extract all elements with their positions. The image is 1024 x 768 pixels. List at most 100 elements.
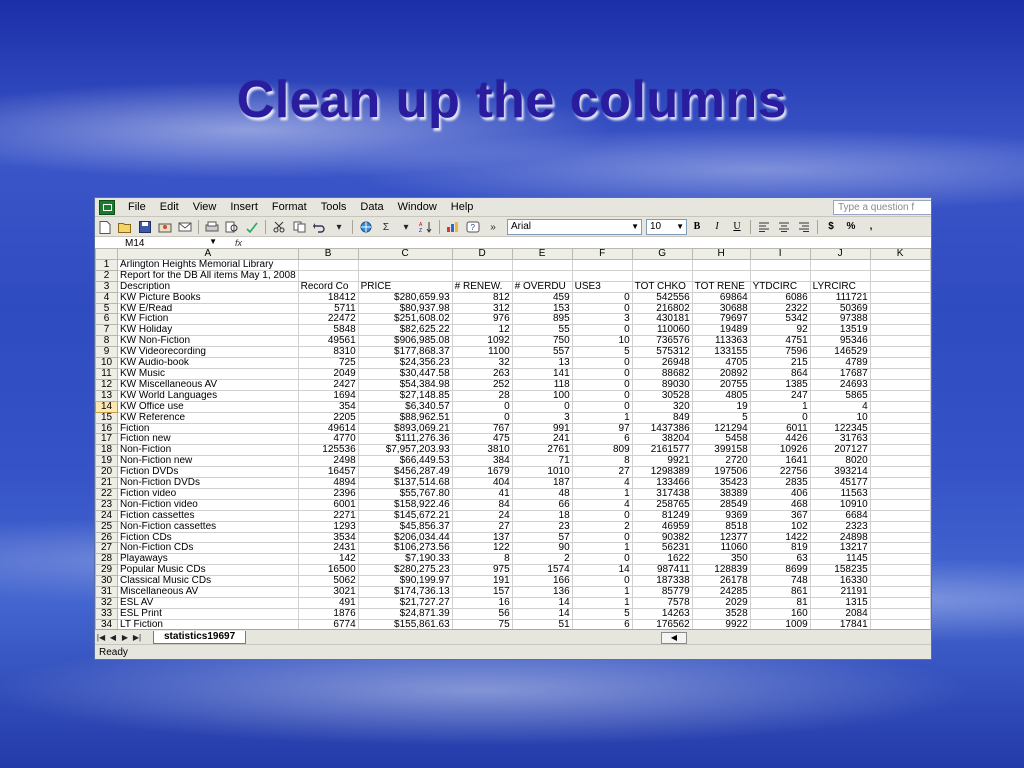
- cell-j21[interactable]: 45177: [809, 477, 871, 489]
- permission-icon[interactable]: [157, 220, 173, 234]
- cell-h30[interactable]: 26178: [691, 575, 751, 588]
- cell-d24[interactable]: 24: [451, 509, 513, 522]
- cell-c13[interactable]: $27,148.85: [357, 389, 453, 402]
- cell-i2[interactable]: [749, 269, 811, 282]
- cell-h27[interactable]: 11060: [691, 542, 751, 555]
- cell-c27[interactable]: $106,273.56: [357, 542, 453, 555]
- cell-i31[interactable]: 861: [749, 586, 811, 598]
- cell-d23[interactable]: 84: [451, 498, 513, 511]
- cell-j7[interactable]: 13519: [809, 324, 871, 337]
- row-header[interactable]: 29: [95, 564, 118, 577]
- cell-h13[interactable]: 4805: [691, 389, 751, 402]
- currency-button[interactable]: $: [823, 220, 839, 234]
- cell-a3[interactable]: Description: [117, 280, 299, 293]
- percent-button[interactable]: %: [843, 220, 859, 234]
- row-header[interactable]: 6: [95, 313, 118, 326]
- cell-e28[interactable]: 2: [511, 553, 573, 566]
- cell-e31[interactable]: 136: [511, 586, 573, 598]
- row-header[interactable]: 30: [95, 575, 118, 588]
- cell-j5[interactable]: 50369: [809, 302, 871, 315]
- cell-h8[interactable]: 113363: [691, 335, 751, 348]
- cell-d18[interactable]: 3810: [451, 444, 513, 457]
- cell-k27[interactable]: [869, 542, 931, 555]
- column-header-g[interactable]: G: [631, 248, 693, 260]
- insert-function-icon[interactable]: fx: [235, 238, 242, 248]
- cell-e25[interactable]: 23: [511, 520, 573, 533]
- email-icon[interactable]: [177, 220, 193, 234]
- cell-a32[interactable]: ESL AV: [117, 597, 299, 609]
- row-header[interactable]: 7: [95, 324, 118, 337]
- cell-i17[interactable]: 4426: [749, 433, 811, 446]
- cell-i8[interactable]: 4751: [749, 335, 811, 348]
- cell-j20[interactable]: 393214: [809, 466, 871, 479]
- cell-b17[interactable]: 4770: [297, 433, 359, 446]
- hyperlink-icon[interactable]: [358, 220, 374, 234]
- row-header[interactable]: 18: [95, 444, 118, 457]
- cell-k19[interactable]: [869, 455, 931, 468]
- toolbar-options-icon[interactable]: »: [485, 220, 501, 234]
- cell-i33[interactable]: 160: [749, 607, 811, 620]
- cell-f19[interactable]: 8: [571, 455, 633, 468]
- cell-k22[interactable]: [869, 487, 931, 500]
- cell-g16[interactable]: 1437386: [631, 422, 693, 435]
- cell-b22[interactable]: 2396: [297, 487, 359, 500]
- cell-a14[interactable]: KW Office use: [117, 400, 299, 413]
- cell-k31[interactable]: [869, 586, 931, 598]
- cell-g14[interactable]: 320: [631, 400, 693, 413]
- row-header[interactable]: 10: [95, 357, 118, 369]
- cell-i5[interactable]: 2322: [749, 302, 811, 315]
- last-sheet-icon[interactable]: ▶|: [131, 633, 143, 642]
- row-header[interactable]: 31: [95, 586, 118, 598]
- column-header-k[interactable]: K: [869, 248, 931, 260]
- cut-icon[interactable]: [271, 220, 287, 234]
- cell-e6[interactable]: 895: [511, 313, 573, 326]
- open-icon[interactable]: [117, 220, 133, 234]
- cell-f11[interactable]: 0: [571, 367, 633, 380]
- name-box[interactable]: M14 ▼: [95, 237, 217, 249]
- cell-h19[interactable]: 2720: [691, 455, 751, 468]
- cell-b33[interactable]: 1876: [297, 607, 359, 620]
- cell-h31[interactable]: 24285: [691, 586, 751, 598]
- cell-a19[interactable]: Non-Fiction new: [117, 455, 299, 468]
- cell-c23[interactable]: $158,922.46: [357, 498, 453, 511]
- cell-j9[interactable]: 146529: [809, 346, 871, 359]
- cell-j17[interactable]: 31763: [809, 433, 871, 446]
- cell-f7[interactable]: 0: [571, 324, 633, 337]
- cell-j10[interactable]: 4789: [809, 357, 871, 369]
- cell-f8[interactable]: 10: [571, 335, 633, 348]
- row-header[interactable]: 25: [95, 520, 118, 533]
- column-header-i[interactable]: I: [749, 248, 811, 260]
- cell-f18[interactable]: 809: [571, 444, 633, 457]
- cell-j22[interactable]: 11563: [809, 487, 871, 500]
- cell-h16[interactable]: 121294: [691, 422, 751, 435]
- cell-a1[interactable]: Arlington Heights Memorial Library: [117, 258, 299, 271]
- cell-j14[interactable]: 4: [809, 400, 871, 413]
- cell-e14[interactable]: 0: [511, 400, 573, 413]
- cell-a29[interactable]: Popular Music CDs: [117, 564, 299, 577]
- cell-h14[interactable]: 19: [691, 400, 751, 413]
- cell-c7[interactable]: $82,625.22: [357, 324, 453, 337]
- autosum-dropdown-icon[interactable]: ▾: [398, 220, 414, 234]
- copy-icon[interactable]: [291, 220, 307, 234]
- cell-b19[interactable]: 2498: [297, 455, 359, 468]
- cell-g6[interactable]: 430181: [631, 313, 693, 326]
- cell-b1[interactable]: [297, 258, 359, 271]
- cell-d5[interactable]: 312: [451, 302, 513, 315]
- cell-c12[interactable]: $54,384.98: [357, 378, 453, 391]
- cell-i22[interactable]: 406: [749, 487, 811, 500]
- cell-a13[interactable]: KW World Languages: [117, 389, 299, 402]
- cell-d26[interactable]: 137: [451, 531, 513, 544]
- cell-b23[interactable]: 6001: [297, 498, 359, 511]
- cell-j13[interactable]: 5865: [809, 389, 871, 402]
- undo-dropdown-icon[interactable]: ▾: [331, 220, 347, 234]
- row-header[interactable]: 17: [95, 433, 118, 446]
- cell-j15[interactable]: 10: [809, 411, 871, 424]
- cell-e21[interactable]: 187: [511, 477, 573, 489]
- cell-c33[interactable]: $24,871.39: [357, 607, 453, 620]
- cell-d21[interactable]: 404: [451, 477, 513, 489]
- cell-g1[interactable]: [631, 258, 693, 271]
- cell-i27[interactable]: 819: [749, 542, 811, 555]
- menu-data[interactable]: Data: [353, 201, 390, 213]
- cell-a10[interactable]: KW Audio-book: [117, 357, 299, 369]
- cell-j29[interactable]: 158235: [809, 564, 871, 577]
